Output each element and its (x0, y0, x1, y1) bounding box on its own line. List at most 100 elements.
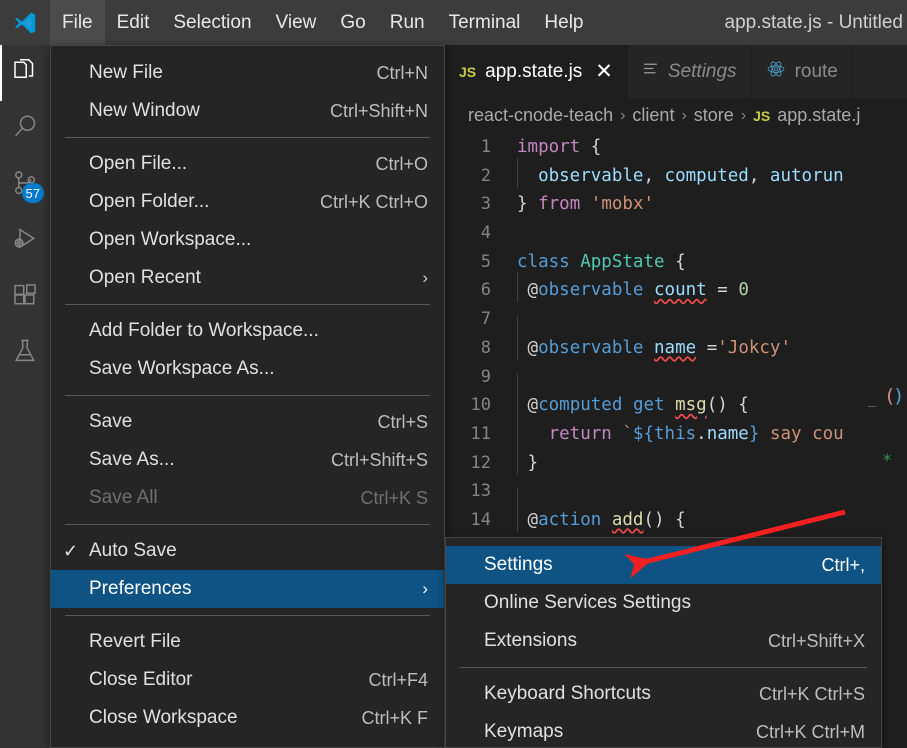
menu-item-keybinding: Ctrl+Shift+X (767, 630, 865, 651)
code-line-content: } from 'mobx' (517, 194, 655, 215)
submenu-item-online-services-settings[interactable]: Online Services Settings (446, 584, 881, 622)
line-number: 9 (480, 366, 491, 387)
breadcrumb-item-2[interactable]: store (694, 105, 734, 126)
line-number: 6 (480, 280, 491, 301)
menubar-item-help[interactable]: Help (532, 0, 595, 45)
activity-item-source-control[interactable]: 57 (0, 157, 50, 213)
menu-item-preferences[interactable]: Preferences › (51, 570, 444, 608)
code-line: 10 @computed get msg() { (445, 387, 907, 420)
code-line: 14 @action add() { (445, 501, 907, 535)
menubar-label: Edit (116, 11, 150, 33)
code-line: 11 return `${this.name} say cou (445, 415, 907, 449)
menubar-label: View (275, 11, 317, 33)
code-editor[interactable]: 1 import {2 observable, computed, autorun… (445, 133, 907, 535)
menu-item-label: Save As... (89, 449, 175, 470)
menubar-item-go[interactable]: Go (328, 0, 377, 45)
line-number: 3 (480, 194, 491, 215)
code-line-content: return `${this.name} say cou (503, 415, 844, 449)
files-icon (10, 56, 40, 91)
menubar-label: Run (389, 11, 425, 33)
menu-item-close-editor[interactable]: Close Editor Ctrl+F4 (51, 661, 444, 699)
menu-item-auto-save[interactable]: ✓ Auto Save (51, 532, 444, 570)
code-line: 1 import { (445, 133, 907, 162)
menu-item-label: Open Recent (89, 267, 201, 288)
chevron-right-icon: › (620, 106, 626, 124)
menu-item-label: Add Folder to Workspace... (89, 320, 319, 341)
menubar-item-view[interactable]: View (264, 0, 329, 45)
preferences-submenu[interactable]: Settings Ctrl+, Online Services Settings Ex… (445, 537, 882, 748)
menu-item-open-workspace[interactable]: Open Workspace... (51, 221, 444, 259)
menu-item-save-as[interactable]: Save As... Ctrl+Shift+S (51, 441, 444, 479)
menu-item-new-file[interactable]: New File Ctrl+N (51, 54, 444, 92)
tab-label: Settings (667, 60, 737, 82)
code-line: 9 (445, 363, 907, 403)
menu-item-save-all[interactable]: Save All Ctrl+K S (51, 479, 444, 517)
code-line-content: @action add() { (503, 501, 686, 535)
code-line-content: class AppState { (517, 251, 686, 272)
menu-item-save-workspace-as[interactable]: Save Workspace As... (51, 350, 444, 388)
menu-item-close-workspace[interactable]: Close Workspace Ctrl+K F (51, 699, 444, 737)
code-line: 4 (445, 219, 907, 248)
chevron-right-icon: › (681, 106, 687, 124)
menu-item-label: Extensions (484, 630, 577, 651)
line-number: 14 (470, 509, 491, 530)
window-title: app.state.js - Untitled (724, 11, 903, 33)
menubar-item-file[interactable]: File (50, 0, 105, 45)
menu-separator (65, 524, 430, 525)
activity-item-run-and-debug[interactable] (0, 213, 50, 269)
activity-item-testing[interactable] (0, 325, 50, 381)
line-number: 5 (480, 251, 491, 272)
submenu-item-extensions[interactable]: Extensions Ctrl+Shift+X (446, 622, 881, 660)
menubar-item-terminal[interactable]: Terminal (437, 0, 533, 45)
activity-item-explorer[interactable] (0, 45, 50, 101)
breadcrumb-item-0[interactable]: react-cnode-teach (468, 105, 613, 126)
menu-item-label: Keymaps (484, 721, 564, 742)
file-menu[interactable]: New File Ctrl+N New Window Ctrl+Shift+N Open… (50, 45, 445, 748)
tab-settings[interactable]: Settings (628, 45, 752, 98)
line-number: 12 (470, 452, 491, 473)
menu-item-open-folder[interactable]: Open Folder... Ctrl+K Ctrl+O (51, 183, 444, 221)
menu-separator (65, 615, 430, 616)
menubar-item-run[interactable]: Run (378, 0, 437, 45)
menubar-label: Selection (173, 11, 252, 33)
close-icon[interactable]: ✕ (595, 61, 613, 82)
menu-item-close-window[interactable]: Close WindowCtrl+W (51, 737, 444, 747)
tab-app-state-js[interactable]: JS app.state.js ✕ (445, 45, 628, 98)
title-bar: File Edit Selection View Go Run Terminal… (0, 0, 907, 45)
code-line-content: } (503, 444, 538, 478)
menu-item-new-window[interactable]: New Window Ctrl+Shift+N (51, 92, 444, 130)
menu-item-label: Open Workspace... (89, 229, 252, 250)
menu-item-keybinding: Ctrl+K S (360, 487, 428, 508)
menu-separator (460, 667, 867, 668)
check-icon: ✓ (63, 540, 79, 561)
menu-separator (65, 304, 430, 305)
menu-item-revert-file[interactable]: Revert File (51, 623, 444, 661)
breadcrumb-item-3[interactable]: app.state.j (777, 105, 860, 126)
submenu-item-keymaps[interactable]: Keymaps Ctrl+K Ctrl+M (446, 713, 881, 747)
menubar-item-selection[interactable]: Selection (161, 0, 263, 45)
tab-route[interactable]: route (752, 45, 853, 98)
breadcrumb-item-1[interactable]: client (632, 105, 674, 126)
menu-item-open-file[interactable]: Open File... Ctrl+O (51, 145, 444, 183)
activity-item-extensions[interactable] (0, 269, 50, 325)
submenu-item-settings[interactable]: Settings Ctrl+, (446, 546, 881, 584)
code-line-content: @observable name ='Jokcy' (503, 329, 791, 363)
menu-item-keybinding: Ctrl+S (377, 411, 428, 432)
menubar-label: Go (340, 11, 366, 33)
menu-item-keybinding: Ctrl+N (376, 62, 428, 83)
menu-item-add-folder-to-workspace[interactable]: Add Folder to Workspace... (51, 312, 444, 350)
activity-item-search[interactable] (0, 101, 50, 157)
menu-separator (65, 395, 430, 396)
menu-item-save[interactable]: Save Ctrl+S (51, 403, 444, 441)
menu-item-keybinding: Ctrl+K Ctrl+M (755, 721, 865, 742)
menu-item-open-recent[interactable]: Open Recent › (51, 259, 444, 297)
menubar-item-edit[interactable]: Edit (105, 0, 162, 45)
menu-item-keybinding: Ctrl+K F (361, 707, 428, 728)
submenu-item-keyboard-shortcuts[interactable]: Keyboard Shortcuts Ctrl+K Ctrl+S (446, 675, 881, 713)
menu-item-label: New File (89, 62, 163, 83)
menubar-label: Help (544, 11, 584, 33)
menubar-label: File (62, 11, 93, 33)
editor-tab-bar: JS app.state.js ✕ Settings route (445, 45, 907, 98)
line-number: 13 (470, 481, 491, 502)
chevron-right-icon: › (422, 268, 428, 287)
